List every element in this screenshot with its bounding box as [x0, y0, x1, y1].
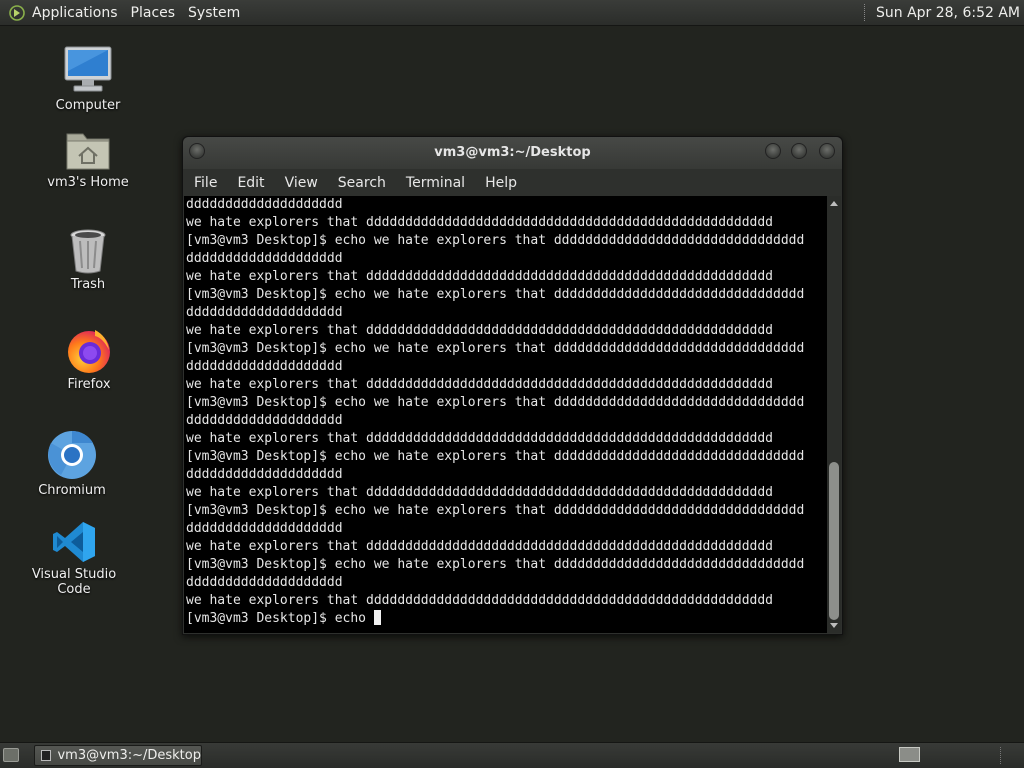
top-panel: Applications Places System Sun Apr 28, 6… — [0, 0, 1024, 26]
desktop-icon-label: Trash — [70, 277, 106, 292]
taskbar-button-label: vm3@vm3:~/Desktop — [57, 748, 201, 763]
firefox-icon — [68, 330, 110, 373]
terminal-line: we hate explorers that ddddddddddddddddd… — [186, 215, 773, 230]
desktop-icon-trash[interactable]: Trash — [28, 228, 148, 292]
workspace-switcher[interactable] — [899, 747, 920, 762]
terminal-line: we hate explorers that ddddddddddddddddd… — [186, 485, 773, 500]
menu-view[interactable]: View — [275, 175, 328, 191]
terminal-output[interactable]: dddddddddddddddddddd we hate explorers t… — [184, 196, 827, 633]
terminal-line: we hate explorers that ddddddddddddddddd… — [186, 323, 773, 338]
terminal-window[interactable]: vm3@vm3:~/Desktop File Edit View Search … — [182, 136, 843, 635]
terminal-scrollbar[interactable] — [827, 196, 841, 633]
terminal-line: [vm3@vm3 Desktop]$ echo we hate explorer… — [186, 503, 805, 518]
chromium-icon — [48, 430, 96, 479]
terminal-line: dddddddddddddddddddd — [186, 251, 343, 266]
computer-icon — [64, 46, 112, 92]
desktop-icon-label: Visual Studio Code — [31, 567, 117, 597]
close-button[interactable] — [819, 143, 835, 159]
terminal-line: [vm3@vm3 Desktop]$ echo we hate explorer… — [186, 449, 805, 464]
menu-terminal[interactable]: Terminal — [396, 175, 475, 191]
panel-separator — [863, 4, 870, 21]
scrollbar-thumb[interactable] — [829, 462, 839, 620]
distro-logo-icon[interactable] — [9, 4, 25, 21]
terminal-line: [vm3@vm3 Desktop]$ echo we hate explorer… — [186, 557, 805, 572]
terminal-line: dddddddddddddddddddd — [186, 197, 343, 212]
desktop-icon-label: vm3's Home — [47, 175, 129, 190]
desktop-icon-label: Chromium — [38, 483, 106, 498]
terminal-line: dddddddddddddddddddd — [186, 521, 343, 536]
terminal-line: [vm3@vm3 Desktop]$ echo we hate explorer… — [186, 395, 805, 410]
panel-separator — [1000, 747, 1002, 764]
desktop-icon-label: Firefox — [67, 377, 111, 392]
terminal-line: [vm3@vm3 Desktop]$ echo we hate explorer… — [186, 287, 805, 302]
desktop-icon-chromium[interactable]: Chromium — [12, 430, 132, 498]
terminal-line: dddddddddddddddddddd — [186, 413, 343, 428]
taskbar-button-terminal[interactable]: vm3@vm3:~/Desktop — [34, 745, 202, 766]
menu-search[interactable]: Search — [328, 175, 396, 191]
text-cursor — [373, 610, 381, 625]
bottom-panel: vm3@vm3:~/Desktop — [0, 742, 1024, 768]
minimize-button[interactable] — [765, 143, 781, 159]
terminal-line: we hate explorers that ddddddddddddddddd… — [186, 269, 773, 284]
menu-help[interactable]: Help — [475, 175, 527, 191]
terminal-line: dddddddddddddddddddd — [186, 467, 343, 482]
show-desktop-icon[interactable] — [3, 748, 19, 762]
terminal-line: dddddddddddddddddddd — [186, 575, 343, 590]
terminal-line: dddddddddddddddddddd — [186, 359, 343, 374]
trash-icon — [70, 229, 106, 274]
clock[interactable]: Sun Apr 28, 6:52 AM — [876, 5, 1020, 21]
terminal-line: [vm3@vm3 Desktop]$ echo we hate explorer… — [186, 341, 805, 356]
terminal-line: we hate explorers that ddddddddddddddddd… — [186, 539, 773, 554]
terminal-line: we hate explorers that ddddddddddddddddd… — [186, 593, 773, 608]
menu-edit[interactable]: Edit — [227, 175, 274, 191]
maximize-button[interactable] — [791, 143, 807, 159]
terminal-icon — [41, 750, 52, 761]
desktop-icon-firefox[interactable]: Firefox — [29, 326, 149, 392]
system-menu[interactable]: System — [182, 5, 247, 21]
places-menu[interactable]: Places — [125, 5, 183, 21]
applications-menu[interactable]: Applications — [29, 5, 125, 21]
desktop-icon-computer[interactable]: Computer — [28, 45, 148, 113]
desktop-icon-vscode[interactable]: Visual Studio Code — [14, 520, 134, 597]
terminal-line: we hate explorers that ddddddddddddddddd… — [186, 431, 773, 446]
menu-file[interactable]: File — [183, 175, 227, 191]
terminal-prompt[interactable]: [vm3@vm3 Desktop]$ echo — [186, 611, 374, 626]
terminal-text: dddddddddddddddddddd we hate explorers t… — [186, 196, 804, 628]
desktop-icon-home[interactable]: vm3's Home — [28, 128, 148, 190]
vscode-icon — [53, 522, 95, 562]
home-folder-icon — [66, 133, 110, 170]
window-titlebar[interactable]: vm3@vm3:~/Desktop — [183, 137, 842, 169]
scroll-down-arrow-icon[interactable] — [830, 623, 838, 628]
desktop-icon-label: Computer — [55, 98, 121, 113]
terminal-menubar: File Edit View Search Terminal Help — [183, 169, 842, 197]
terminal-line: [vm3@vm3 Desktop]$ echo we hate explorer… — [186, 233, 805, 248]
terminal-line: we hate explorers that ddddddddddddddddd… — [186, 377, 773, 392]
terminal-line: dddddddddddddddddddd — [186, 305, 343, 320]
window-title: vm3@vm3:~/Desktop — [434, 145, 591, 160]
scroll-up-arrow-icon[interactable] — [830, 201, 838, 206]
